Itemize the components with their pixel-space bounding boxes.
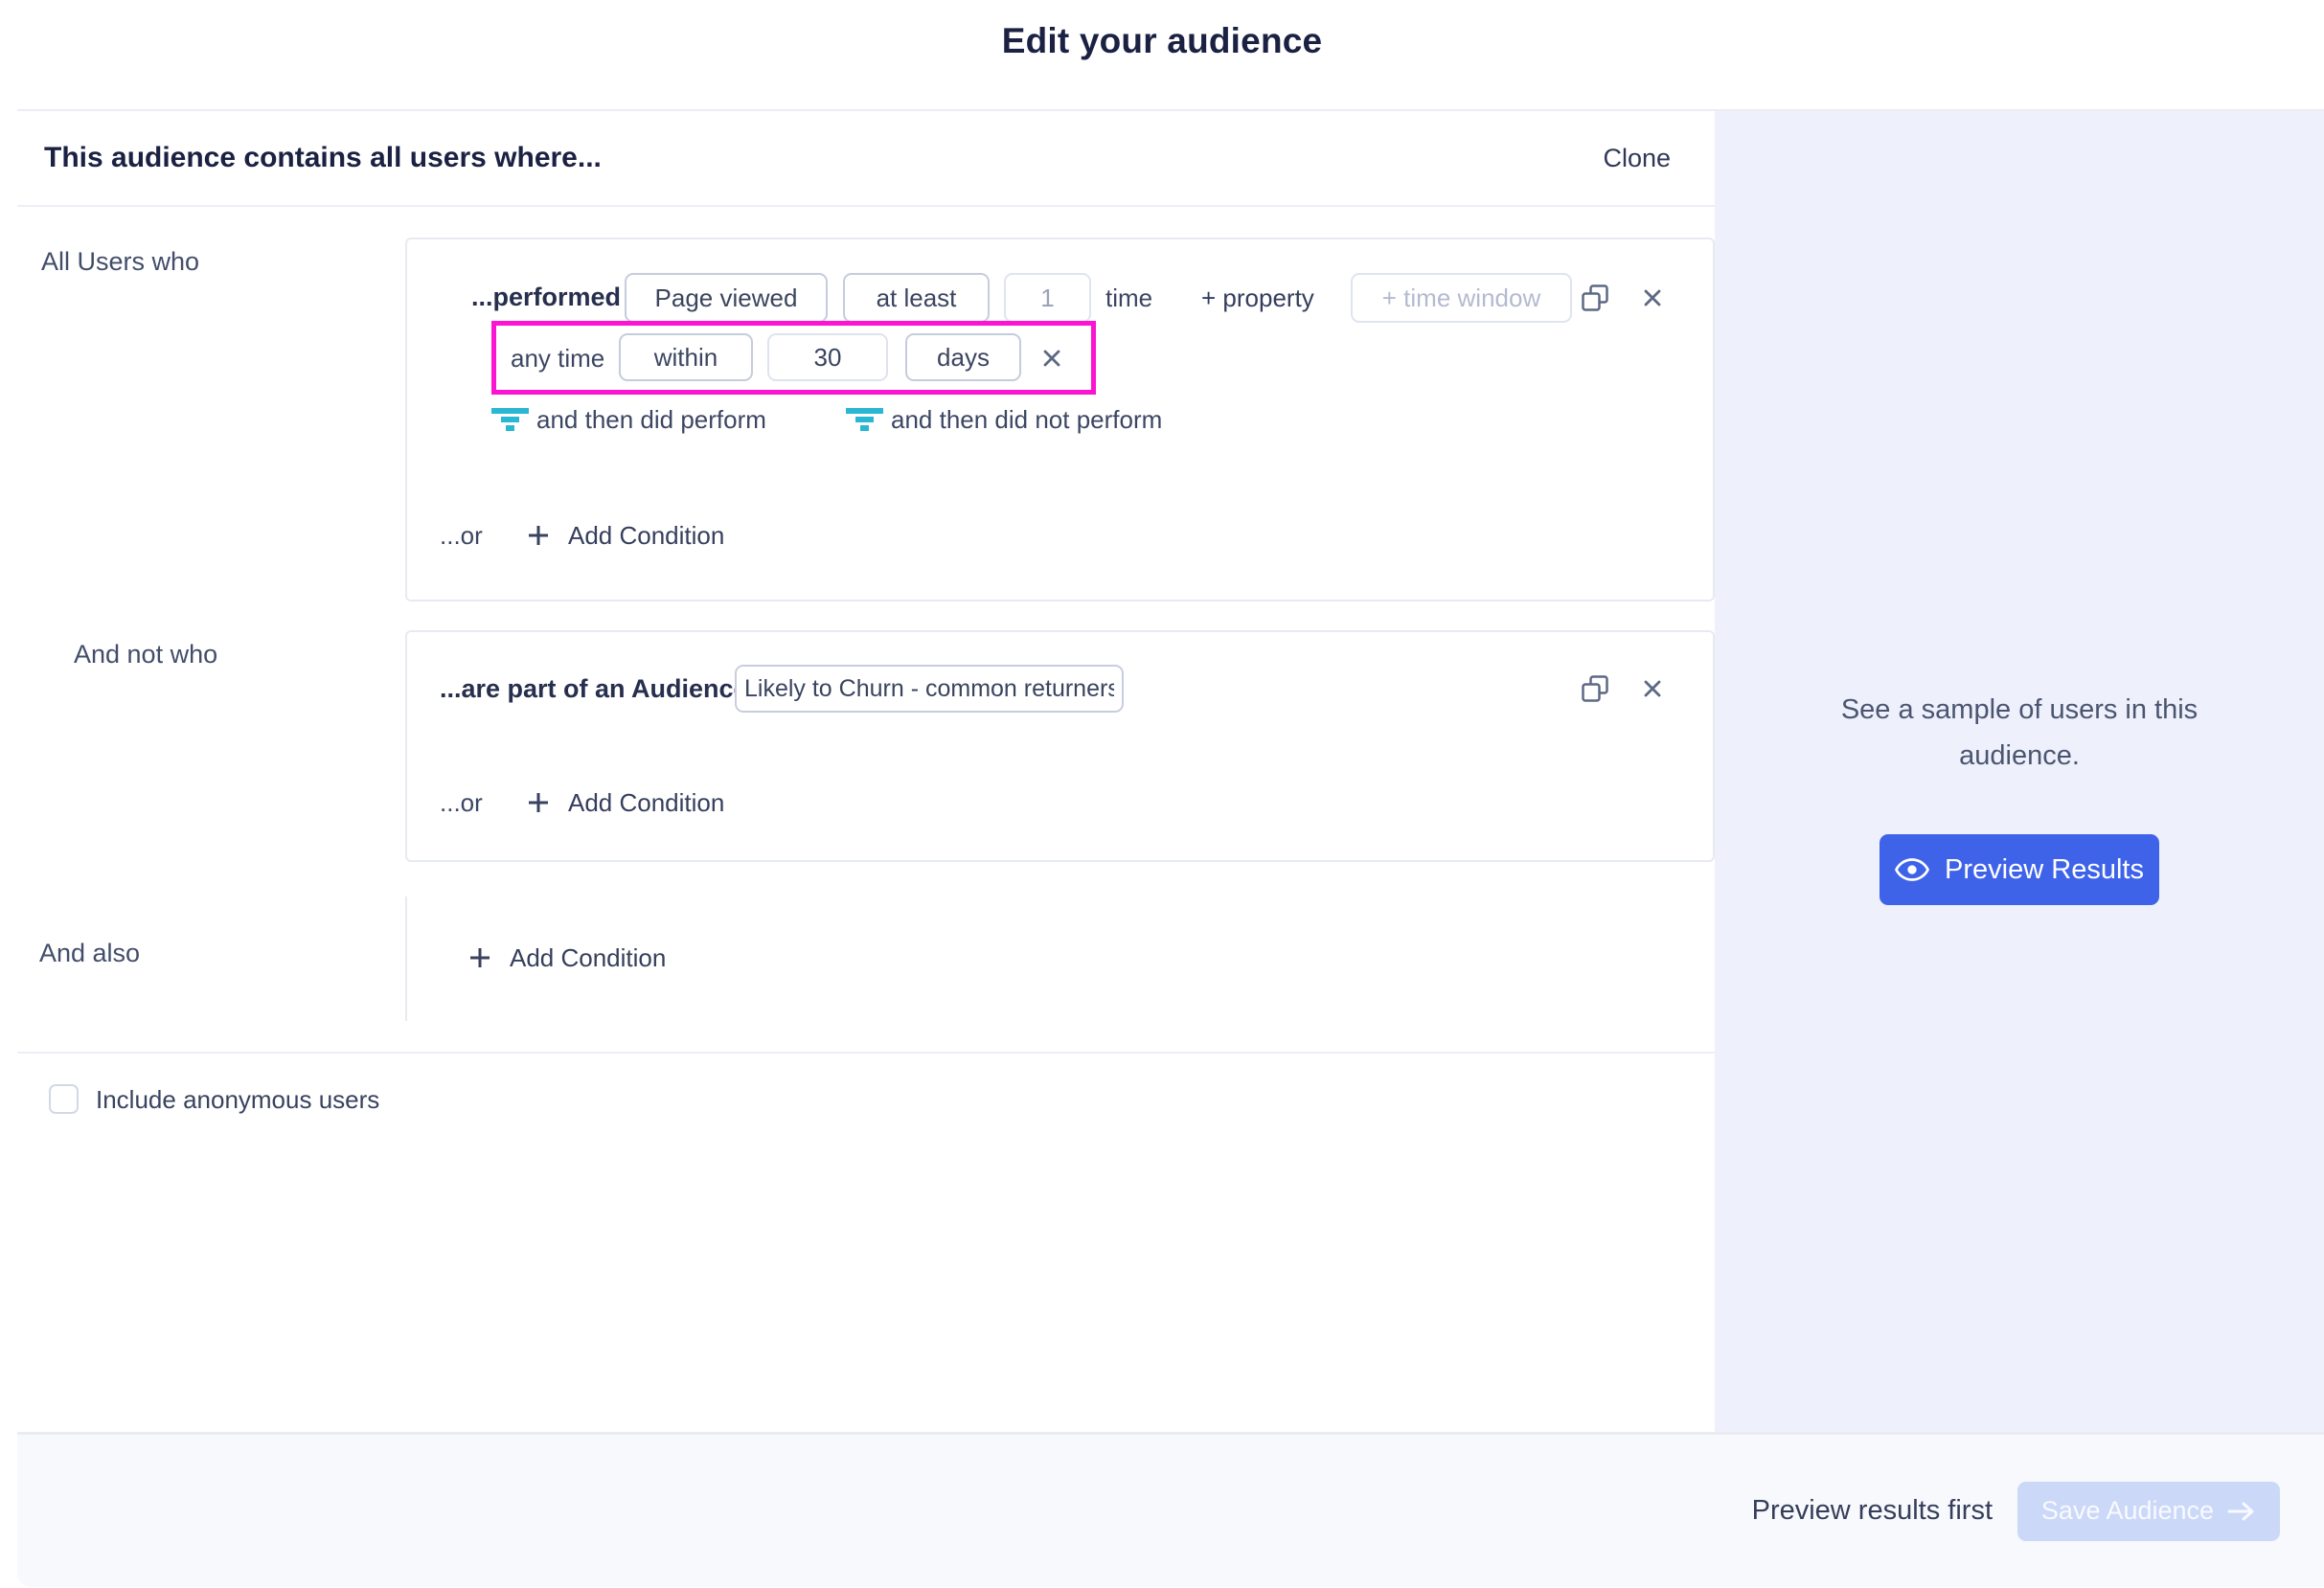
add-condition-button-and-also[interactable]: Add Condition [469,939,666,977]
add-condition-label: Add Condition [568,788,724,818]
then-did-perform-link[interactable]: and then did perform [491,404,766,435]
and-also-divider-line [405,896,407,1021]
preview-first-hint: Preview results first [1752,1495,1993,1527]
plus-icon [469,947,490,968]
audience-condition-card: ...are part of an Audience ...or Add Con… [405,630,1715,862]
within-select-button[interactable]: within [619,333,753,381]
add-condition-button[interactable]: Add Condition [528,783,724,822]
close-icon [1043,350,1060,367]
builder-header: This audience contains all users where..… [17,111,1715,207]
add-condition-label: Add Condition [568,521,724,551]
arrow-right-icon [2227,1501,2256,1522]
funnel-icon [846,408,883,431]
then-did-perform-label: and then did perform [536,405,766,435]
event-select-button[interactable]: Page viewed [625,273,828,323]
count-suffix-label: time [1105,285,1152,310]
plus-icon [528,792,549,813]
any-time-label: any time [511,346,604,371]
remove-time-filter-button[interactable] [1043,350,1060,367]
add-condition-label: Add Condition [510,943,666,973]
section-label-all-users: All Users who [41,247,199,277]
audience-select-input[interactable] [735,665,1124,713]
remove-condition-button[interactable] [1644,289,1661,306]
section-label-and-also: And also [39,939,140,968]
copy-icon [1582,284,1608,311]
page-title: Edit your audience [0,21,2324,61]
options-divider [17,1052,1715,1054]
copy-icon [1582,675,1608,702]
performed-condition-card: ...performed Page viewed at least time +… [405,238,1715,601]
preview-message: See a sample of users in this audience. [1715,687,2324,779]
time-value-input[interactable] [767,333,888,381]
modal-footer: Preview results first Save Audience [17,1432,2324,1587]
preview-message-line1: See a sample of users in this [1715,687,2324,733]
funnel-icon [491,408,529,431]
time-window-input[interactable] [1351,273,1572,323]
duplicate-condition-button[interactable] [1582,284,1608,311]
include-anonymous-label: Include anonymous users [96,1087,379,1112]
remove-condition-button[interactable] [1644,680,1661,697]
audience-prefix: ...are part of an Audience [440,676,748,702]
builder-heading: This audience contains all users where..… [44,111,602,205]
duplicate-condition-button[interactable] [1582,675,1608,702]
preview-sidebar: See a sample of users in this audience. … [1715,111,2324,1432]
eye-icon [1895,857,1929,882]
or-label: ...or [440,523,483,548]
section-label-and-not-who: And not who [74,640,217,669]
save-audience-label: Save Audience [2041,1496,2214,1526]
close-icon [1644,289,1661,306]
audience-editor-modal: This audience contains all users where..… [17,109,2324,1585]
add-condition-button[interactable]: Add Condition [528,516,724,555]
close-icon [1644,680,1661,697]
then-did-not-perform-label: and then did not perform [891,405,1162,435]
preview-results-label: Preview Results [1945,854,2144,886]
clone-button[interactable]: Clone [1603,111,1671,205]
operator-select-button[interactable]: at least [843,273,990,323]
time-unit-select-button[interactable]: days [905,333,1021,381]
then-did-not-perform-link[interactable]: and then did not perform [846,404,1162,435]
plus-icon [528,525,549,546]
save-audience-button[interactable]: Save Audience [2017,1482,2280,1541]
time-filter-highlight: any time within days [491,321,1096,395]
preview-results-button[interactable]: Preview Results [1880,834,2159,905]
include-anonymous-checkbox[interactable] [49,1084,79,1114]
performed-prefix: ...performed [471,284,621,310]
condition-builder-area: This audience contains all users where..… [17,111,1715,1432]
count-input[interactable] [1004,273,1091,323]
or-label: ...or [440,790,483,815]
add-property-button[interactable]: + property [1201,285,1314,310]
preview-message-line2: audience. [1715,733,2324,779]
